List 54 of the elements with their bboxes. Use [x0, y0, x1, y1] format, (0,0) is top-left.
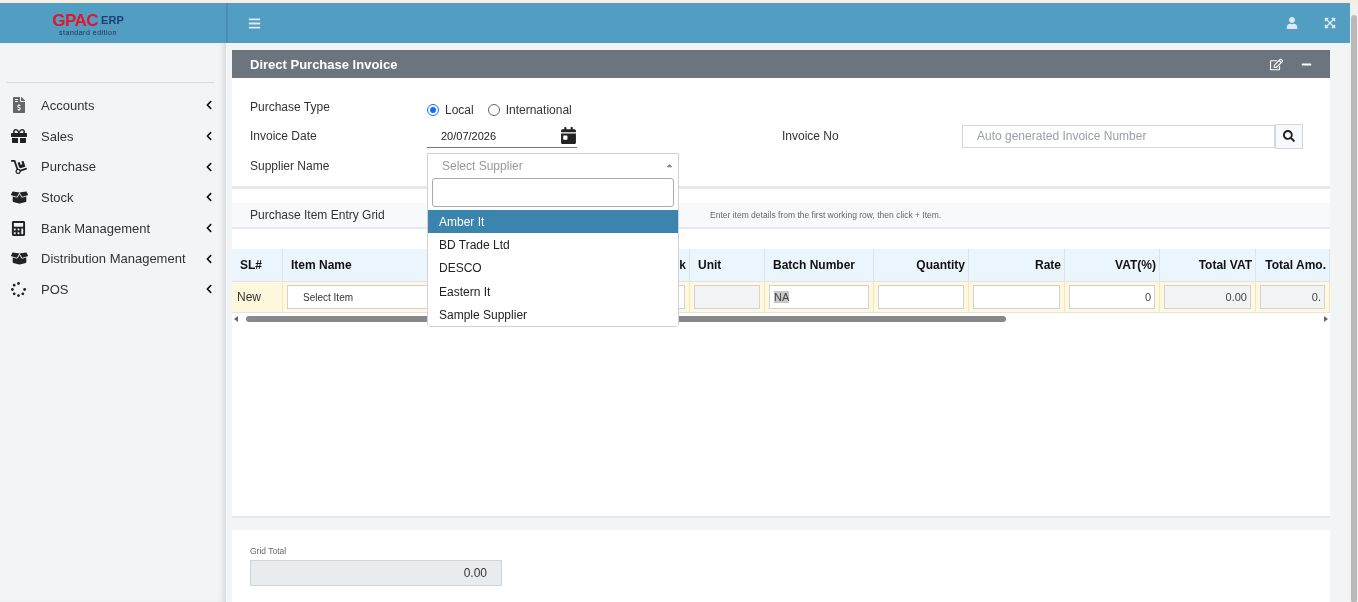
sidebar-item[interactable]: Accounts [7, 90, 214, 121]
column-header: Rate [969, 249, 1065, 281]
chevron-icon [204, 100, 214, 111]
sidebar-item[interactable]: Bank Management [7, 212, 214, 244]
field-label: Grid Total [250, 546, 288, 556]
column-header: VAT(%) [1065, 249, 1160, 281]
cart-icon [11, 158, 27, 175]
search-icon [1283, 130, 1295, 143]
sidebar-item[interactable]: Sales [7, 120, 214, 152]
column-header: Total Amo. [1256, 249, 1330, 281]
grid-hint: Enter item details from the first working row, then click + Item. [710, 210, 943, 220]
cell-input[interactable] [973, 285, 1060, 309]
field-label: Invoice No [782, 129, 840, 144]
column-header: Total VAT [1160, 249, 1256, 281]
column-header: Unit [690, 249, 765, 281]
gift-icon [11, 128, 27, 145]
spinner-icon [11, 281, 26, 297]
panel-title: Direct Purchase Invoice [250, 56, 399, 72]
calculator-icon [11, 220, 26, 236]
row-label: New [236, 290, 261, 304]
chevron-icon [204, 223, 214, 234]
grid-title: Purchase Item Entry Grid [250, 208, 385, 222]
radio-option[interactable]: International [487, 102, 572, 117]
field-label: Invoice Date [250, 129, 318, 144]
dropdown-option[interactable]: Amber It [428, 210, 678, 234]
dropdown-search-field[interactable] [432, 178, 674, 207]
chevron-icon [204, 253, 214, 264]
ledger-icon [11, 97, 27, 114]
sidebar-item[interactable]: Distribution Management [7, 243, 214, 275]
sidebar-item[interactable]: Stock [7, 182, 214, 213]
column-header: Batch Number [765, 249, 874, 281]
calendar-icon[interactable] [560, 127, 577, 145]
menu-icon[interactable] [248, 16, 261, 30]
column-header: SL# [232, 249, 283, 281]
grid-total-field: 0.00 [250, 560, 502, 586]
edit-icon[interactable] [1270, 57, 1283, 71]
chevron-icon [204, 284, 214, 295]
fullscreen-icon[interactable] [1324, 17, 1336, 29]
search-button[interactable] [1275, 123, 1303, 149]
radio-option[interactable]: Local [427, 102, 474, 117]
chevron-icon [204, 192, 214, 203]
date-field[interactable]: 20/07/2026 [427, 124, 577, 149]
chevron-icon [204, 161, 214, 172]
column-header: Quantity [874, 249, 969, 281]
field-label: Supplier Name [250, 158, 331, 173]
chevron-icon [204, 131, 214, 142]
sidebar-item[interactable]: POS [7, 274, 214, 305]
field-label: Purchase Type [250, 99, 331, 114]
cell-input[interactable]: 0 [1069, 285, 1155, 309]
cell-input[interactable]: NA [769, 285, 869, 309]
page-scrollbar[interactable] [1350, 3, 1358, 602]
cell-input[interactable] [878, 285, 964, 309]
user-icon[interactable] [1286, 17, 1298, 29]
sidebar-item[interactable]: Purchase [7, 151, 214, 183]
